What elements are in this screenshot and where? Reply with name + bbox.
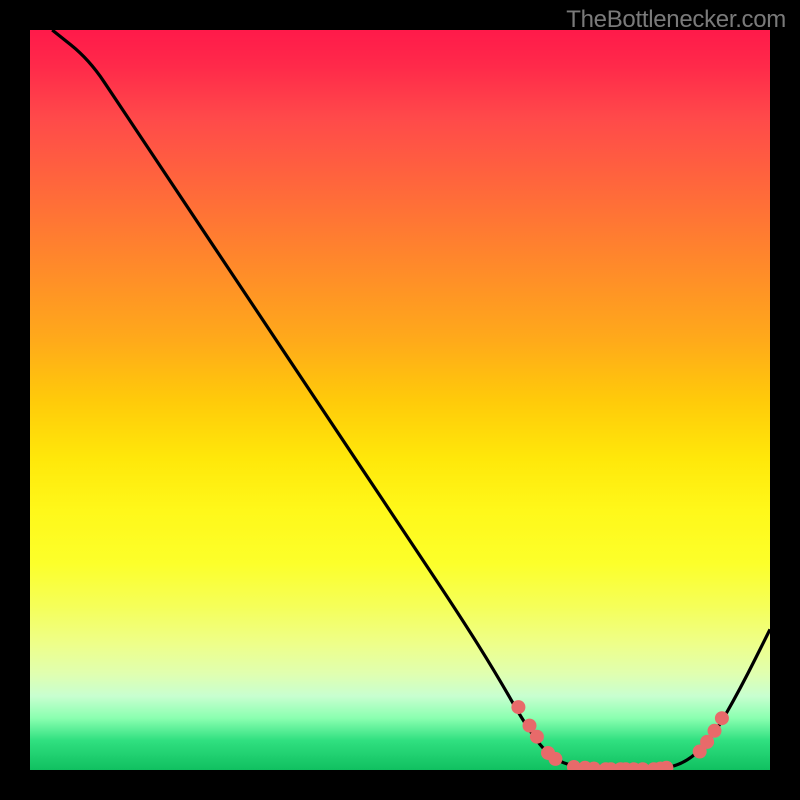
bottleneck-curve: [52, 30, 770, 770]
data-dot: [708, 724, 722, 738]
data-dot: [530, 730, 544, 744]
chart-svg: [30, 30, 770, 770]
plot-area: [30, 30, 770, 770]
data-dot: [548, 752, 562, 766]
data-dot: [715, 711, 729, 725]
data-dot: [511, 700, 525, 714]
attribution-text: TheBottlenecker.com: [566, 6, 786, 34]
data-dots: [511, 700, 729, 770]
